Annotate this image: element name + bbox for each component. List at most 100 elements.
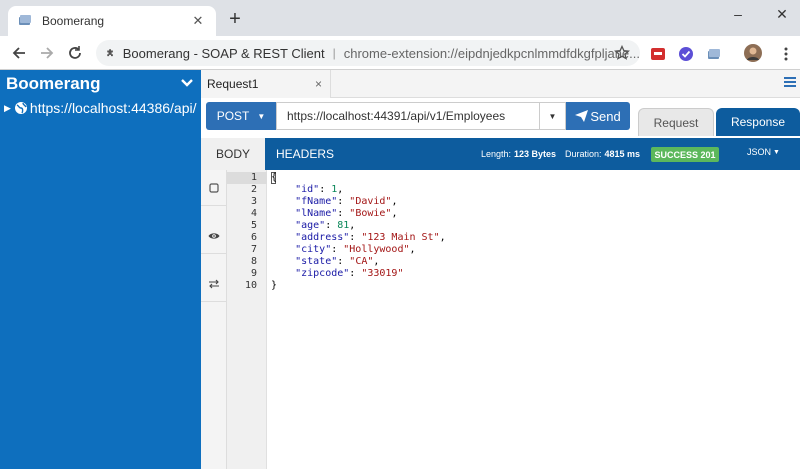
code-token: :	[337, 256, 350, 267]
site-name: Boomerang - SOAP & REST Client	[122, 45, 325, 61]
format-label: JSON	[747, 147, 772, 157]
response-toolbar: BODY HEADERS Length: 123 Bytes Duration:…	[201, 138, 800, 170]
purple-check-extension-icon[interactable]	[678, 46, 694, 62]
maximize-icon[interactable]	[716, 0, 760, 28]
app-title: Boomerang	[6, 74, 101, 93]
browser-titlebar: Boomerang ✕ + – ✕	[0, 0, 800, 36]
code-token: "state"	[295, 256, 338, 267]
tab-title: Boomerang	[42, 14, 105, 28]
forward-icon[interactable]	[36, 42, 58, 64]
line-number: 5	[250, 220, 257, 231]
swap-icon[interactable]	[201, 266, 227, 302]
code-line: {	[271, 172, 277, 184]
line-number: 4	[250, 208, 257, 219]
code-token: "33019"	[361, 268, 404, 279]
line-number: 10	[244, 280, 257, 291]
code-line: "address": "123 Main St",	[271, 232, 446, 244]
avatar[interactable]	[744, 44, 762, 62]
close-icon[interactable]: ×	[315, 77, 322, 91]
tree-item-localhost[interactable]: ▶ https://localhost:44386/api/	[4, 100, 196, 116]
line-number: 6	[250, 232, 257, 243]
tab-request[interactable]: Request	[638, 108, 714, 136]
format-dropdown[interactable]: JSON ▼	[747, 138, 780, 166]
tab-request1[interactable]: Request1 ×	[201, 70, 331, 98]
code-line: "id": 1,	[271, 184, 343, 196]
method-label: POST	[216, 109, 250, 123]
menu-icon[interactable]	[778, 46, 794, 62]
code-token: :	[325, 220, 338, 231]
code-line: "zipcode": "33019"	[271, 268, 403, 280]
code-token: "David"	[349, 196, 392, 207]
boomerang-favicon-icon	[19, 15, 31, 25]
code-line: "fName": "David",	[271, 196, 397, 208]
method-select[interactable]: POST ▼	[206, 102, 276, 130]
browser-tab[interactable]: Boomerang ✕	[8, 6, 216, 36]
code-token: ,	[409, 244, 416, 255]
code-token: ,	[391, 208, 398, 219]
line-number: 3	[250, 196, 257, 207]
url-history-dropdown[interactable]: ▼	[540, 102, 566, 130]
tree-item-label: https://localhost:44386/api/	[29, 100, 197, 116]
duration-value: 4815 ms	[604, 149, 641, 159]
code-line: "city": "Hollywood",	[271, 244, 416, 256]
new-tab-icon[interactable]: +	[224, 9, 246, 31]
code-token: :	[349, 268, 362, 279]
code-token: "123 Main St"	[361, 232, 440, 243]
code-token: "lName"	[295, 208, 338, 219]
tab-headers[interactable]: HEADERS	[265, 138, 345, 170]
collections-sidebar: Boomerang ▶ https://localhost:44386/api/	[0, 70, 201, 469]
code-token: "zipcode"	[295, 268, 350, 279]
status-badge: SUCCESS 201	[651, 147, 719, 162]
code-token: ,	[349, 220, 356, 231]
editor-tools	[201, 170, 227, 469]
tab-close-icon[interactable]: ✕	[190, 13, 206, 29]
send-label: Send	[590, 108, 621, 124]
code-token: {	[271, 172, 278, 183]
code-line: "lName": "Bowie",	[271, 208, 397, 220]
tab-body[interactable]: BODY	[201, 138, 265, 170]
response-duration: Duration: 4815 ms	[565, 138, 640, 170]
code-token: ,	[391, 196, 398, 207]
eye-icon[interactable]	[201, 218, 227, 254]
code-line: "age": 81,	[271, 220, 355, 232]
caret-right-icon[interactable]: ▶	[4, 103, 11, 114]
checkbox-icon[interactable]	[201, 170, 227, 206]
line-number: 8	[250, 256, 257, 267]
code-token: "Bowie"	[349, 208, 392, 219]
code-token: ,	[337, 184, 344, 195]
extension-icon	[107, 49, 113, 57]
omnibox-separator: |	[332, 46, 336, 60]
star-icon[interactable]	[614, 45, 630, 61]
close-window-icon[interactable]: ✕	[760, 0, 800, 28]
code-token: "address"	[295, 232, 350, 243]
tab-label: Request1	[207, 77, 259, 91]
code-token: }	[271, 280, 278, 291]
code-token: ,	[373, 256, 380, 267]
send-button[interactable]: Send	[566, 102, 630, 130]
response-length: Length: 123 Bytes	[481, 138, 556, 170]
code-token: "fName"	[295, 196, 338, 207]
request-bar: POST ▼ ▼ Send Request Response	[201, 98, 800, 138]
code-token: "id"	[295, 184, 320, 195]
response-body-editor[interactable]: ▼ 12345678910 { "id": 1, "fName": "David…	[201, 170, 800, 469]
hamburger-menu-icon[interactable]	[784, 77, 796, 87]
back-icon[interactable]	[8, 42, 30, 64]
line-number-gutter: ▼ 12345678910	[227, 170, 267, 469]
red-extension-icon[interactable]	[650, 46, 666, 62]
url-input[interactable]	[276, 102, 540, 130]
boomerang-extension-icon[interactable]	[706, 46, 722, 62]
caret-down-icon: ▼	[257, 111, 266, 121]
address-bar[interactable]: Boomerang - SOAP & REST Client | chrome-…	[96, 40, 640, 66]
code-token: "CA"	[349, 256, 374, 267]
tab-response[interactable]: Response	[716, 108, 800, 136]
code-token: :	[331, 244, 344, 255]
reload-icon[interactable]	[64, 42, 86, 64]
code-token: "city"	[295, 244, 332, 255]
chevron-down-icon[interactable]	[181, 78, 193, 88]
